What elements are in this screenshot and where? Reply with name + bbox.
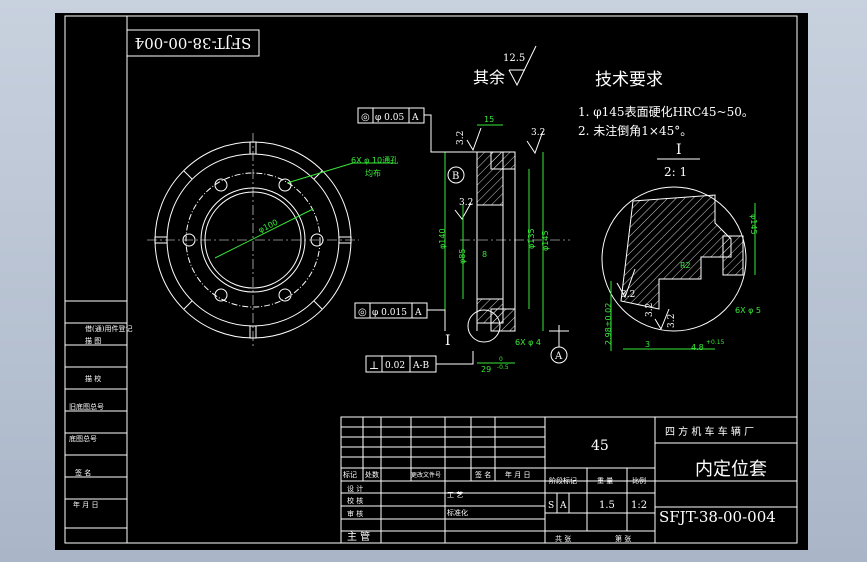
sign-right-2: 标准化 (447, 508, 468, 517)
weight-header: 重 量 (597, 477, 613, 485)
dia-135: φ135 (527, 228, 536, 249)
bolt-hole (278, 178, 292, 192)
fcf3-symbol: ⊥ (369, 359, 379, 372)
sign-row-4: 主 管 (347, 530, 370, 543)
detail-h: 2.98±0.02 (604, 303, 613, 345)
rev-h5: 年 月 日 (505, 470, 530, 479)
title-block: 标记 处数 更改文件号 签 名 年 月 日 设 计 校 核 审 核 主 管 工 … (340, 416, 798, 544)
side-label-column: 借(通)用件登记 描 图 描 校 旧底图总号 底图总号 签 名 年 月 日 (64, 300, 132, 529)
side-label-1: 借(通)用件登记 (85, 324, 132, 333)
scale-value: 1:2 (631, 500, 647, 511)
detail-r32b: 3.2 (645, 303, 655, 317)
bolt-hole (214, 178, 228, 192)
length-tol-up: 0 (499, 356, 503, 363)
fcf1-value: φ 0.05 (375, 113, 404, 123)
drawing-canvas[interactable]: SFJT-38-00-004 借(通)用件登记 描 图 描 校 旧底图总号 底图… (55, 13, 808, 550)
bore (476, 204, 504, 300)
detail-view: I 2: 1 R2 φ145 2.98±0.02 3 4.8 +0.15 6X … (601, 142, 761, 352)
cad-viewport[interactable]: SFJT-38-00-004 借(通)用件登记 描 图 描 校 旧底图总号 底图… (0, 0, 867, 562)
sign-row-3: 审 核 (347, 509, 363, 518)
side-label-6: 签 名 (75, 468, 91, 477)
part-name: 内定位套 (695, 459, 767, 480)
bolt-hole (214, 288, 228, 302)
dia-85: φ85 (458, 249, 467, 264)
detail-r32a: 3.2 (621, 290, 635, 300)
datum-a: A (554, 351, 563, 362)
rev-h3: 更改文件号 (411, 471, 441, 479)
rest-finish-value: 12.5 (503, 53, 525, 64)
rev-h1: 标记 (343, 470, 357, 479)
sign-row-2: 校 核 (347, 496, 363, 505)
tech-item-1: 1. φ145表面硬化HRC45~50。 (578, 105, 754, 119)
tech-item-2: 2. 未注倒角1×45°。 (578, 123, 692, 138)
mark-header: 阶段标记 (549, 476, 577, 485)
section-mark: I (445, 333, 451, 349)
sheet-no: 第 张 (615, 534, 631, 543)
fcf3-datum: A-B (412, 361, 430, 371)
detail-d145: φ145 (749, 214, 758, 235)
detail-thread: 6X φ 5 (735, 306, 761, 315)
length-tol: -0.5 (497, 364, 509, 371)
detail-label: I (676, 142, 682, 158)
mirrored-drawing-number: SFJT-38-00-004 (135, 34, 252, 52)
side-label-5: 底图总号 (69, 434, 97, 443)
fcf3-value: 0.02 (385, 361, 405, 371)
fcf2-datum: A (414, 308, 422, 318)
fcf2-symbol: ◎ (358, 307, 367, 318)
stage-a: A (559, 501, 567, 511)
datum-b: B (452, 171, 459, 182)
length-dim: 29 (481, 365, 491, 374)
pcd-dim: φ100 (257, 218, 279, 235)
small-8: 8 (482, 250, 487, 259)
holes-note: 6X φ 10通孔 (351, 155, 398, 165)
scale-header: 比例 (632, 476, 646, 485)
mirrored-number-box: SFJT-38-00-004 (126, 29, 260, 57)
detail-w48-tol: +0.15 (706, 339, 725, 346)
sheet-total: 共 张 (555, 534, 571, 543)
side-label-2: 描 图 (85, 336, 101, 345)
side-label-3: 描 校 (85, 374, 101, 383)
drawing-no: SFJT-38-00-004 (659, 508, 776, 526)
fcf1-datum: A (411, 113, 419, 123)
width-dim: 15 (484, 115, 494, 124)
tolerance-frame-2: ◎ φ 0.015 A (354, 302, 446, 331)
bore-circle (200, 187, 306, 293)
finish-32c: 3.2 (459, 198, 473, 208)
side-label-7: 年 月 日 (73, 500, 98, 509)
drawing-sheet: SFJT-38-00-004 借(通)用件登记 描 图 描 校 旧底图总号 底图… (64, 15, 798, 544)
rev-h2: 处数 (365, 470, 379, 479)
tech-title: 技术要求 (595, 70, 663, 90)
fcf2-value: φ 0.015 (372, 308, 407, 318)
side-view: 3.2 3.2 3.2 15 φ140 φ85 φ135 φ145 8 29 -… (438, 115, 570, 374)
rev-h4: 签 名 (475, 470, 491, 479)
material: 45 (591, 438, 609, 454)
detail-scale: 2: 1 (664, 165, 687, 179)
sign-right-1: 工 艺 (447, 491, 463, 499)
tolerance-frame-3: ⊥ 0.02 A-B (365, 351, 474, 373)
detail-w48: 4.8 (691, 343, 704, 352)
stage-s: S (548, 501, 554, 511)
fcf1-symbol: ◎ (361, 112, 370, 123)
surface-finish-general: 其余 12.5 (473, 45, 537, 87)
weight-value: 1.5 (599, 500, 615, 511)
company: 四 方 机 车 车 辆 厂 (665, 425, 754, 438)
detail-r32c: 3.2 (667, 314, 677, 328)
thread-note: 6X φ 4 (515, 338, 541, 347)
holes-note-2: 均布 (365, 168, 381, 178)
sign-row-1: 设 计 (347, 484, 363, 493)
finish-32a: 3.2 (456, 131, 466, 145)
detail-r: R2 (680, 261, 691, 270)
dia-145: φ145 (541, 230, 550, 251)
detail-w3: 3 (645, 340, 650, 349)
finish-32b: 3.2 (531, 128, 545, 138)
side-label-4: 旧底图总号 (69, 402, 104, 411)
rest-label: 其余 (473, 68, 505, 87)
dia-140: φ140 (438, 228, 447, 249)
tech-requirements: 技术要求 1. φ145表面硬化HRC45~50。 2. 未注倒角1×45°。 (578, 70, 754, 138)
